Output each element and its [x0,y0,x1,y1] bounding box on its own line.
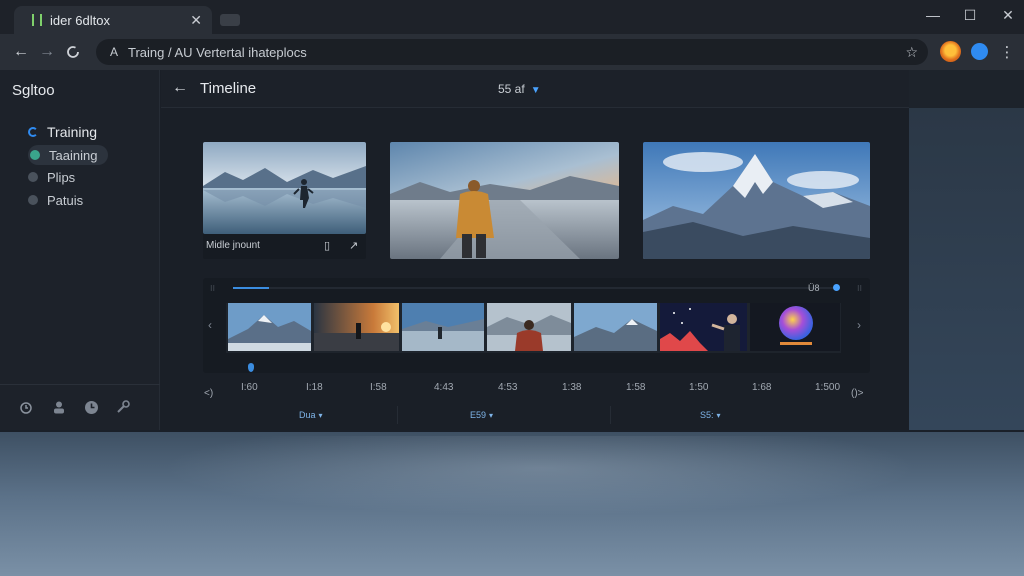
timeline-clip-5[interactable] [574,303,657,351]
back-arrow-icon[interactable]: ← [172,79,188,97]
preview-caption: Midle jnount [206,240,260,251]
tool-icon[interactable] [114,398,132,416]
dot-icon [28,195,38,205]
monitor-edge [0,430,1024,432]
lake-runner-thumbnail [203,142,366,234]
back-icon[interactable]: ← [10,41,32,63]
chevron-left-icon[interactable]: ‹ [208,318,212,332]
time-tick: 1:68 [752,382,772,393]
lock-icon: A [110,45,119,59]
hiker-road-image [390,142,619,259]
dot-icon [28,172,38,182]
timeline-clip-1[interactable] [228,303,311,351]
timeline-clip-7[interactable] [750,303,840,351]
time-tick: 4:43 [434,382,454,393]
time-tick: I:18 [306,382,323,393]
window-minimize-button[interactable]: — [918,4,948,26]
screen-reflection [160,436,920,516]
reload-icon[interactable] [62,41,84,63]
timeline-divider [397,406,398,424]
trash-icon[interactable]: ▯ [324,239,330,252]
chevron-down-icon: ▼ [530,85,541,96]
time-tick: 1:58 [626,382,646,393]
track-select-value: E59 [470,410,487,420]
track-select-value: S5: [700,410,714,420]
zoom-value: 55 af [498,82,525,96]
timeline-divider [610,406,611,424]
browser-tab[interactable]: ider 6dltox ✕ [14,6,212,34]
timeline-count: Ü8 [808,283,820,293]
time-tick: 1:50 [689,382,709,393]
extension-orange-icon[interactable] [940,41,961,62]
track-select-value: Dua [299,410,316,420]
address-url: Traing / AU Vertertal ihateplocs [128,44,307,60]
timeline-clip-6[interactable] [660,303,747,351]
track-select-3[interactable]: S5: ▾ [700,410,721,420]
page-title: Timeline [200,80,257,97]
new-tab-button[interactable] [220,14,240,26]
track-select-2[interactable]: E59 ▾ [470,410,493,420]
timeline-knob[interactable] [833,284,840,291]
sidebar-divider [0,384,160,385]
chevron-down-icon: ▾ [489,411,494,420]
tab-close-icon[interactable]: ✕ [190,12,202,29]
sidebar-item-label: Taaining [49,147,98,163]
right-panel-header [909,70,1024,108]
chevron-down-icon: ▾ [318,411,323,420]
circle-icon [28,127,38,137]
timeline-clip-2[interactable] [314,303,399,351]
tab-favicon-icon [32,14,42,26]
right-panel [909,70,1024,430]
sidebar-item-taaining[interactable]: Taaining [28,145,108,165]
forward-icon[interactable]: → [36,41,58,63]
timeline-handle-icon: ⁝⁝ [210,284,216,293]
sidebar-item-training[interactable]: Training [28,122,97,142]
zoom-in-icon[interactable]: ()> [851,388,864,399]
person-icon[interactable] [50,398,68,416]
timeline-clip-3[interactable] [402,303,484,351]
app-brand: Sgltoo [12,82,55,99]
sidebar-item-label: Plips [47,169,76,185]
time-tick: 1:500 [815,382,841,393]
preview-card-3[interactable] [643,142,870,259]
window-close-button[interactable]: ✕ [993,4,1023,26]
time-tick: 4:53 [498,382,518,393]
bookmark-star-icon[interactable]: ☆ [905,44,918,61]
mountain-peak-image [643,142,870,259]
address-bar[interactable]: A Traing / AU Vertertal ihateplocs ☆ [96,39,928,65]
preview-card-2[interactable] [390,142,619,259]
chevron-right-icon[interactable]: › [857,318,861,332]
timeline-progress-track[interactable] [233,287,833,289]
timeline-clip-4[interactable] [487,303,571,351]
tab-title: ider 6dltox [50,12,110,28]
time-tick: I:60 [241,382,258,393]
time-tick: I:58 [370,382,387,393]
sidebar-item-plips[interactable]: Plips [28,167,75,187]
sidebar-item-patuis[interactable]: Patuis [28,190,83,210]
browser-menu-icon[interactable]: ⋮ [998,41,1016,63]
sidebar-item-label: Patuis [47,192,84,208]
time-tick: 1:38 [562,382,582,393]
extension-blue-icon[interactable] [971,43,988,60]
playhead[interactable] [248,363,254,372]
alarm-icon[interactable] [17,398,35,416]
clock-icon[interactable] [82,398,100,416]
track-select-1[interactable]: Dua ▾ [299,410,323,420]
dot-icon [30,150,40,160]
chevron-down-icon: ▾ [716,411,721,420]
zoom-select[interactable]: 55 af ▼ [498,82,541,96]
zoom-out-icon[interactable]: <) [204,388,213,399]
timeline-menu-icon[interactable]: ⁝⁝ [857,284,862,293]
timeline-progress-fill [233,287,269,289]
sidebar-item-label: Training [47,124,98,140]
window-maximize-button[interactable]: ☐ [955,4,985,26]
share-icon[interactable]: ↗ [349,239,358,252]
